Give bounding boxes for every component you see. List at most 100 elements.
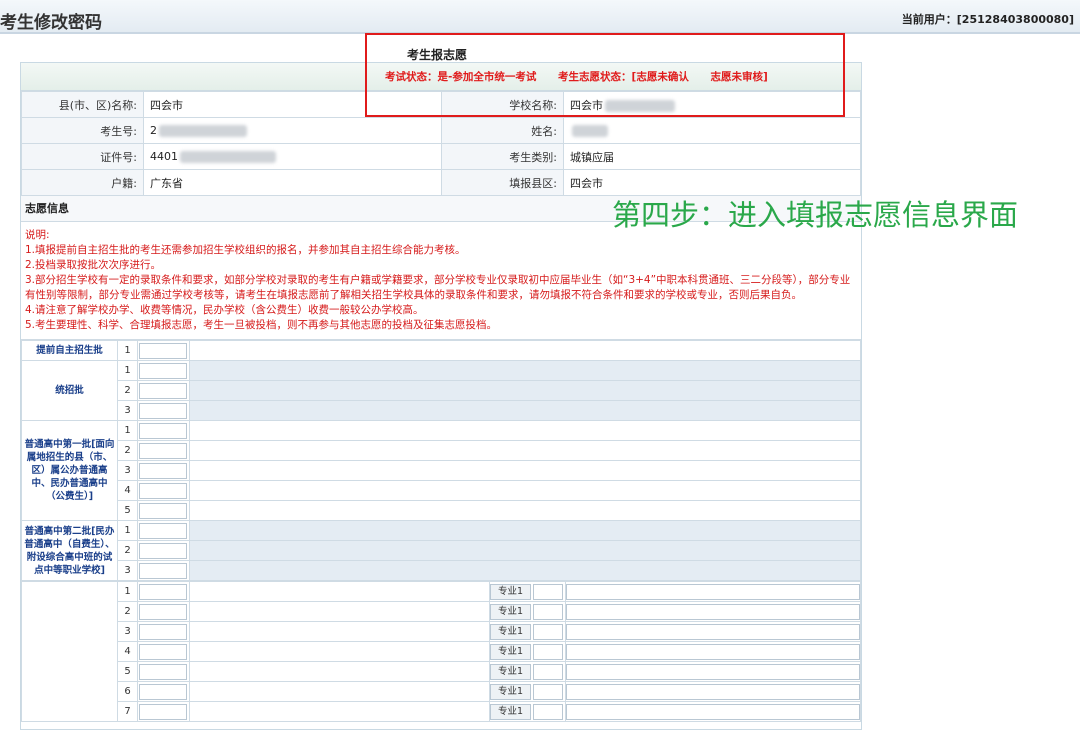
- school-name-cell: [189, 400, 861, 421]
- major-name-input[interactable]: [566, 703, 860, 720]
- school-code-input[interactable]: [137, 400, 190, 421]
- major-button[interactable]: 专业1: [490, 683, 532, 700]
- school-name-cell: [189, 641, 490, 662]
- school-name-cell: [189, 340, 861, 361]
- school-name-cell: [189, 480, 861, 501]
- row-number: 6: [117, 681, 138, 702]
- major-cell: 专业1: [489, 681, 566, 702]
- page-title[interactable]: 考生修改密码: [0, 8, 102, 33]
- row-number: 2: [117, 440, 138, 461]
- row-number: 2: [117, 540, 138, 561]
- major-cell: 专业1: [489, 661, 566, 682]
- row-number: 1: [117, 360, 138, 381]
- school-code-input[interactable]: [137, 601, 190, 622]
- type-label: 考生类别:: [441, 143, 564, 170]
- exam-no-label: 考生号:: [21, 117, 144, 144]
- id-label: 证件号:: [21, 143, 144, 170]
- note-line: 3.部分招生学校有一定的录取条件和要求，如部分学校对录取的考生有户籍或学籍要求，…: [25, 274, 851, 301]
- hukou-label: 户籍:: [21, 169, 144, 196]
- major-code-input[interactable]: [533, 583, 564, 600]
- school-name-cell: [189, 540, 861, 561]
- row-number: 1: [117, 520, 138, 541]
- school-code-input[interactable]: [137, 340, 190, 361]
- row-number: 3: [117, 400, 138, 421]
- major-cell: 专业1: [489, 581, 566, 602]
- school-name-cell: [189, 440, 861, 461]
- school-code-input[interactable]: [137, 681, 190, 702]
- fill-county-label: 填报县区:: [441, 169, 564, 196]
- major-name-input[interactable]: [566, 643, 860, 660]
- row-number: 5: [117, 500, 138, 521]
- school-code-input[interactable]: [137, 661, 190, 682]
- school-code-input[interactable]: [137, 420, 190, 441]
- major-name-input[interactable]: [566, 583, 860, 600]
- school-name-cell: [189, 500, 861, 521]
- major-code-input[interactable]: [533, 603, 564, 620]
- row-number: 4: [117, 641, 138, 662]
- volunteer-status: 考生志愿状态：[志愿未确认: [558, 71, 689, 83]
- major-button[interactable]: 专业1: [490, 623, 532, 640]
- redacted-exam-no: [159, 125, 247, 137]
- school-code-input[interactable]: [137, 641, 190, 662]
- row-number: 3: [117, 560, 138, 581]
- volunteer-table: 提前自主招生批 1 统招批 1 2 3 普通高中第一批[面向属地招生的县（市、区…: [21, 340, 861, 581]
- status-line: 考试状态：是-参加全市统一考试 考生志愿状态：[志愿未确认 志愿未审核]: [385, 69, 786, 84]
- major-name-input[interactable]: [566, 603, 860, 620]
- major-button[interactable]: 专业1: [490, 663, 532, 680]
- status-box-title: 考生报志愿: [407, 48, 468, 62]
- major-code-input[interactable]: [533, 643, 564, 660]
- major-name-input[interactable]: [566, 683, 860, 700]
- school-code-input[interactable]: [137, 621, 190, 642]
- major-button[interactable]: 专业1: [490, 643, 532, 660]
- top-bar: 考生修改密码 当前用户：[25128403800080]: [0, 0, 1080, 34]
- major-name-cell: [565, 701, 861, 722]
- batch-name: 普通高中第一批[面向属地招生的县（市、区）属公办普通高中、民办普通高中（公费生）…: [21, 420, 118, 521]
- major-cell: 专业1: [489, 601, 566, 622]
- school-code-input[interactable]: [137, 560, 190, 581]
- school-code-input[interactable]: [137, 360, 190, 381]
- current-user: 当前用户：[25128403800080]: [901, 13, 1074, 26]
- exam-no-value: 2: [143, 117, 442, 144]
- major-code-input[interactable]: [533, 703, 564, 720]
- major-code-input[interactable]: [533, 663, 564, 680]
- school-code-input[interactable]: [137, 460, 190, 481]
- row-number: 3: [117, 621, 138, 642]
- school-code-input[interactable]: [137, 480, 190, 501]
- county-label: 县(市、区)名称:: [21, 91, 144, 118]
- school-code-input[interactable]: [137, 440, 190, 461]
- school-code-input[interactable]: [137, 520, 190, 541]
- row-number: 7: [117, 701, 138, 722]
- step-annotation: 第四步：进入填报志愿信息界面: [612, 198, 1019, 232]
- major-name-input[interactable]: [566, 663, 860, 680]
- school-name-cell: [189, 420, 861, 441]
- major-code-input[interactable]: [533, 623, 564, 640]
- major-button[interactable]: 专业1: [490, 603, 532, 620]
- volunteer-notes: 说明: 1.填报提前自主招生批的考生还需参加招生学校组织的报名，并参加其自主招生…: [21, 222, 861, 340]
- row-number: 1: [117, 420, 138, 441]
- school-name-cell: [189, 560, 861, 581]
- school-code-input[interactable]: [137, 540, 190, 561]
- school-code-input[interactable]: [137, 380, 190, 401]
- school-code-input[interactable]: [137, 500, 190, 521]
- note-line: 5.考生要理性、科学、合理填报志愿，考生一旦被投档，则不再参与其他志愿的投档及征…: [25, 319, 498, 331]
- major-cell: 专业1: [489, 701, 566, 722]
- batch-name: 统招批: [21, 360, 118, 421]
- id-value: 4401: [143, 143, 442, 170]
- school-code-input[interactable]: [137, 581, 190, 602]
- school-name-cell: [189, 601, 490, 622]
- school-name-cell: [189, 380, 861, 401]
- major-name-input[interactable]: [566, 623, 860, 640]
- row-number: 2: [117, 380, 138, 401]
- major-table: 1 专业1 2 专业1 3 专业1 4 专业1 5 专业1 6 专业1 7 专业…: [21, 581, 861, 722]
- exam-status: 考试状态：是-参加全市统一考试: [385, 71, 537, 83]
- major-button[interactable]: 专业1: [490, 583, 532, 600]
- batch-name: 提前自主招生批: [21, 340, 118, 361]
- major-button[interactable]: 专业1: [490, 703, 532, 720]
- major-code-input[interactable]: [533, 683, 564, 700]
- school-name-cell: [189, 661, 490, 682]
- school-code-input[interactable]: [137, 701, 190, 722]
- major-name-cell: [565, 681, 861, 702]
- major-name-cell: [565, 641, 861, 662]
- row-number: 1: [117, 340, 138, 361]
- main-panel: 县(市、区)名称: 四会市 学校名称: 四会市 考生号: 2 姓名: 证件号: …: [20, 62, 862, 730]
